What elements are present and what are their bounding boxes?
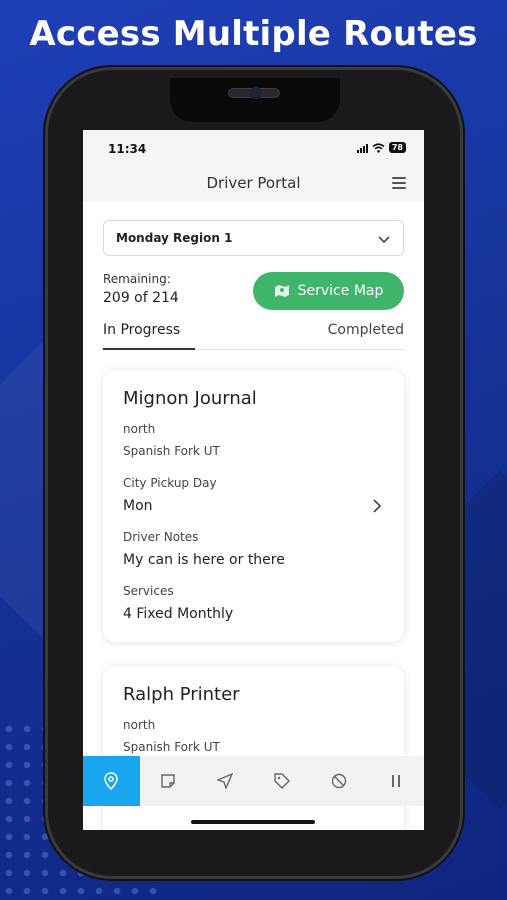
status-time: 11:34 [108, 142, 147, 156]
chevron-right-icon[interactable] [372, 498, 382, 514]
customer-direction: north [123, 422, 156, 436]
driver-notes-label: Driver Notes [123, 530, 199, 544]
service-map-button[interactable]: Service Map [253, 272, 404, 310]
driver-notes-value: My can is here or there [123, 552, 285, 568]
send-icon [217, 773, 234, 789]
block-icon [331, 773, 346, 789]
status-icons: 78 [356, 142, 406, 153]
app-title: Driver Portal [206, 174, 301, 192]
route-card[interactable]: Mignon Journal north Spanish Fork UT Cit… [103, 370, 404, 642]
status-tabs: In Progress Completed [103, 318, 404, 350]
customer-location: Spanish Fork UT [123, 444, 220, 458]
note-icon [161, 774, 175, 788]
phone-notch [170, 78, 340, 122]
region-dropdown[interactable]: Monday Region 1 [103, 220, 404, 256]
map-pin-icon [104, 772, 119, 790]
customer-direction: north [123, 718, 156, 732]
tab-in-progress[interactable]: In Progress [103, 322, 195, 350]
customer-location: Spanish Fork UT [123, 740, 220, 754]
tag-icon [274, 773, 290, 789]
nav-item-send[interactable] [197, 756, 254, 806]
hamburger-menu-icon[interactable] [392, 177, 406, 189]
status-bar: 11:34 78 [83, 130, 424, 166]
nav-item-pause[interactable] [367, 756, 424, 806]
pickup-day-value: Mon [123, 498, 153, 514]
customer-name: Ralph Printer [123, 684, 240, 705]
phone-screen: 11:34 78 Driver Portal Monday Region 1 R… [83, 130, 424, 830]
nav-item-tag[interactable] [253, 756, 310, 806]
bottom-navigation [83, 756, 424, 806]
signal-icon [356, 143, 368, 153]
front-camera [250, 87, 262, 99]
battery-icon: 78 [388, 142, 406, 153]
pause-icon [391, 775, 400, 787]
chevron-down-icon [378, 236, 390, 244]
map-icon [274, 285, 289, 297]
services-label: Services [123, 584, 174, 598]
services-value: 4 Fixed Monthly [123, 606, 234, 622]
remaining-label: Remaining: [103, 272, 171, 286]
service-map-label: Service Map [297, 283, 384, 299]
nav-item-map-pin[interactable] [83, 756, 140, 806]
phone-frame: 11:34 78 Driver Portal Monday Region 1 R… [48, 70, 460, 876]
nav-item-block[interactable] [310, 756, 367, 806]
pickup-day-label: City Pickup Day [123, 476, 217, 490]
promo-headline: Access Multiple Routes [29, 14, 478, 54]
remaining-count: 209 of 214 [103, 290, 179, 306]
region-dropdown-value: Monday Region 1 [116, 231, 233, 245]
app-bar: Driver Portal [83, 166, 424, 202]
tab-completed[interactable]: Completed [328, 322, 404, 338]
customer-name: Mignon Journal [123, 388, 257, 409]
home-indicator[interactable] [191, 820, 315, 824]
nav-item-notes[interactable] [140, 756, 197, 806]
wifi-icon [372, 142, 385, 153]
